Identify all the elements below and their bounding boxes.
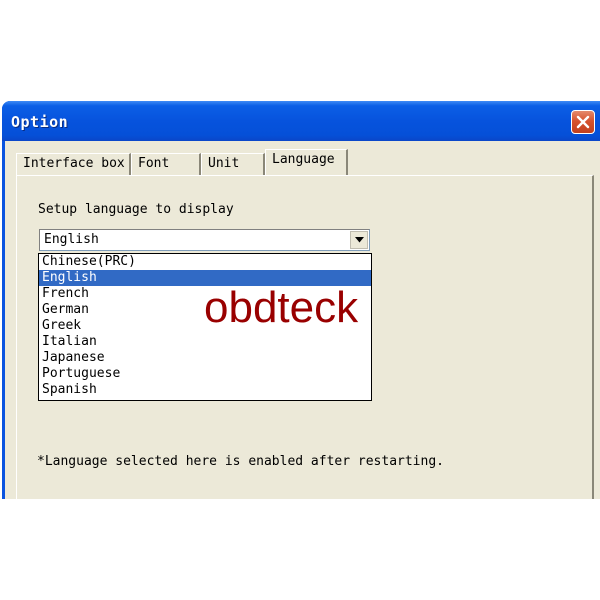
restart-note: *Language selected here is enabled after…: [37, 454, 444, 469]
tab-label: Language: [272, 152, 335, 167]
tab-label: Interface box: [23, 156, 125, 171]
language-option-portuguese[interactable]: Portuguese: [39, 366, 371, 382]
tab-language[interactable]: Language: [265, 149, 348, 175]
dropdown-arrow-icon: [354, 237, 364, 243]
watermark-text: obdteck: [204, 283, 359, 332]
window-title: Option: [11, 113, 69, 131]
close-icon: [576, 115, 590, 129]
language-option-chinese-prc[interactable]: Chinese(PRC): [39, 254, 371, 270]
language-option-japanese[interactable]: Japanese: [39, 350, 371, 366]
language-combobox[interactable]: English: [39, 229, 370, 251]
combo-selected-value: English: [44, 232, 99, 247]
language-option-spanish[interactable]: Spanish: [39, 382, 371, 398]
tab-unit[interactable]: Unit: [201, 153, 265, 175]
setup-language-label: Setup language to display: [38, 202, 234, 217]
language-option-italian[interactable]: Italian: [39, 334, 371, 350]
combo-dropdown-button[interactable]: [350, 231, 368, 249]
close-button[interactable]: [571, 110, 595, 134]
tab-label: Font: [138, 156, 170, 171]
tab-interface-box[interactable]: Interface box: [16, 153, 131, 175]
tab-label: Unit: [208, 156, 240, 171]
title-bar[interactable]: Option: [2, 101, 600, 141]
tab-font[interactable]: Font: [131, 153, 201, 175]
